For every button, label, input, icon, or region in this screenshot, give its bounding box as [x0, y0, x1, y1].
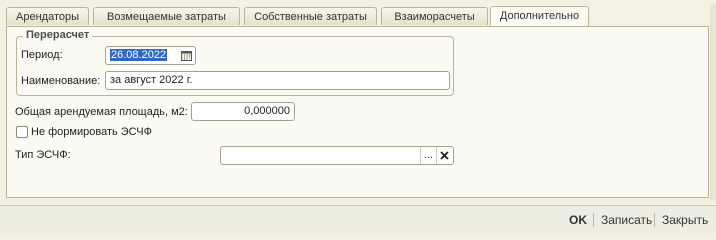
tab-settlements[interactable]: Взаиморасчеты	[381, 7, 488, 25]
area-field[interactable]: 0,000000	[191, 102, 295, 121]
calendar-button[interactable]	[178, 47, 194, 64]
tab-tenants[interactable]: Арендаторы	[6, 7, 89, 25]
footer-separator	[654, 213, 655, 227]
tab-reimbursable-costs[interactable]: Возмещаемые затраты	[93, 7, 240, 25]
close-button[interactable]: Закрыть	[662, 213, 708, 227]
clear-button[interactable]	[436, 147, 452, 164]
esf-type-label: Тип ЭСЧФ:	[15, 149, 71, 161]
period-field[interactable]: 26.08.2022	[105, 46, 196, 65]
name-label: Наименование:	[21, 75, 101, 87]
name-field[interactable]: за август 2022 г.	[105, 71, 450, 90]
tab-content-panel: Перерасчет Период: 26.08.2022 Наименован…	[6, 26, 709, 198]
area-label: Общая арендуемая площадь, м2:	[15, 106, 188, 118]
calendar-icon	[180, 51, 192, 61]
no-esf-label[interactable]: Не формировать ЭСЧФ	[31, 126, 152, 138]
clear-x-icon	[440, 151, 449, 160]
tab-additional[interactable]: Дополнительно	[490, 6, 589, 26]
ok-button[interactable]: OK	[569, 213, 587, 227]
tab-own-costs[interactable]: Собственные затраты	[244, 7, 377, 25]
no-esf-checkbox[interactable]	[16, 126, 28, 138]
choose-button[interactable]: ...	[420, 147, 436, 164]
save-button[interactable]: Записать	[601, 213, 652, 227]
period-label: Период:	[21, 49, 63, 61]
scrollbar-edge	[710, 4, 716, 200]
esf-type-field[interactable]: ...	[220, 146, 454, 165]
form-footer: OK Записать Закрыть	[0, 205, 716, 234]
period-value: 26.08.2022	[110, 49, 168, 61]
recalc-group-title: Перерасчет	[23, 29, 93, 41]
footer-separator	[593, 213, 594, 227]
recalc-group: Перерасчет Период: 26.08.2022 Наименован…	[16, 29, 454, 96]
